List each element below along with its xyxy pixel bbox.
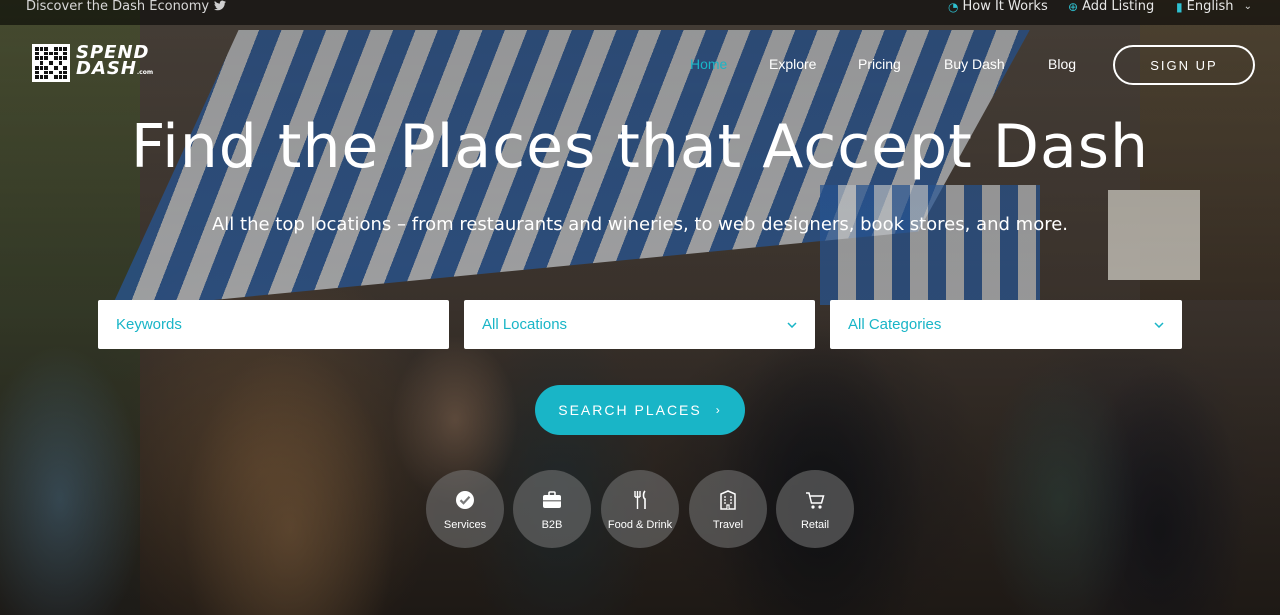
- nav-buy-dash[interactable]: Buy Dash: [944, 56, 1005, 72]
- category-label: Services: [443, 518, 487, 531]
- plus-circle-icon: ⊕: [1068, 0, 1079, 14]
- flag-icon: ▮: [1176, 0, 1183, 14]
- briefcase-icon: [543, 490, 561, 508]
- categories-select[interactable]: All Categories: [830, 300, 1182, 349]
- hero-title: Find the Places that Accept Dash: [130, 112, 1150, 182]
- chevron-down-icon: ⌄: [1243, 1, 1252, 12]
- category-label: Food & Drink: [607, 518, 673, 531]
- add-listing-link[interactable]: ⊕ Add Listing: [1068, 0, 1154, 14]
- site-logo[interactable]: SPEND DASH.com: [32, 44, 153, 82]
- category-services[interactable]: Services: [426, 470, 504, 548]
- nav-pricing[interactable]: Pricing: [858, 56, 901, 72]
- category-travel[interactable]: Travel: [689, 470, 767, 548]
- how-it-works-label: How It Works: [962, 0, 1048, 14]
- building-icon: [720, 489, 736, 510]
- nav-explore[interactable]: Explore: [769, 56, 816, 72]
- category-label: Retail: [800, 518, 830, 531]
- twitter-icon[interactable]: [214, 0, 226, 14]
- search-places-button[interactable]: SEARCH PLACES ›: [535, 385, 745, 435]
- nav-blog[interactable]: Blog: [1048, 56, 1076, 72]
- add-listing-label: Add Listing: [1082, 0, 1155, 14]
- qr-code-icon: [32, 44, 70, 82]
- chevron-right-icon: ›: [715, 403, 722, 417]
- sign-up-button[interactable]: SIGN UP: [1113, 45, 1255, 85]
- top-bar: Discover the Dash Economy ◔ How It Works…: [0, 0, 1280, 25]
- logo-wordmark: SPEND DASH.com: [76, 42, 154, 79]
- keywords-field[interactable]: [98, 300, 449, 349]
- category-label: B2B: [541, 518, 563, 531]
- category-food-drink[interactable]: Food & Drink: [601, 470, 679, 548]
- locations-value: All Locations: [482, 316, 568, 333]
- category-label: Travel: [712, 518, 744, 531]
- keywords-input[interactable]: [116, 316, 431, 333]
- nav-home[interactable]: Home: [690, 56, 727, 72]
- check-circle-icon: [456, 490, 474, 509]
- chevron-down-icon: [1154, 319, 1164, 331]
- category-shortcuts: Services B2B Food & Drink Travel Retail: [0, 470, 1280, 548]
- categories-value: All Categories: [848, 316, 942, 333]
- category-retail[interactable]: Retail: [776, 470, 854, 548]
- language-selector[interactable]: ▮ English ⌄: [1176, 0, 1252, 14]
- fork-knife-icon: [634, 489, 646, 509]
- language-label: English: [1186, 0, 1234, 14]
- top-tagline: Discover the Dash Economy: [26, 0, 210, 14]
- cart-icon: [806, 491, 825, 509]
- how-it-works-link[interactable]: ◔ How It Works: [948, 0, 1048, 14]
- pie-chart-icon: ◔: [948, 0, 959, 14]
- hero-subtitle: All the top locations – from restaurants…: [211, 214, 1069, 235]
- locations-select[interactable]: All Locations: [464, 300, 815, 349]
- search-places-label: SEARCH PLACES: [558, 402, 702, 418]
- category-b2b[interactable]: B2B: [513, 470, 591, 548]
- chevron-down-icon: [787, 319, 797, 331]
